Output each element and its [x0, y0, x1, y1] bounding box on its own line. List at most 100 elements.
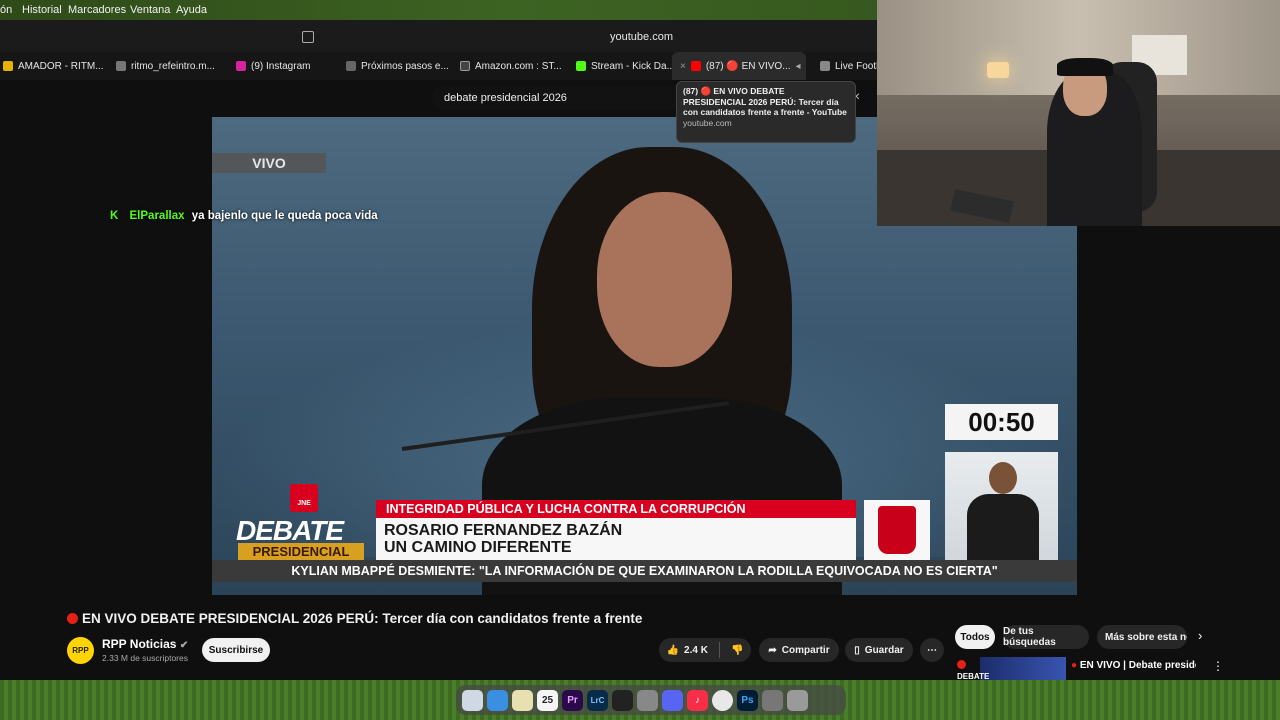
tab-label: Amazon.com : ST... — [475, 60, 562, 72]
chip-mas-sobre-esta-noticia[interactable]: Más sobre esta not — [1097, 625, 1187, 649]
more-actions-button[interactable]: ⋯ — [920, 638, 944, 662]
share-button[interactable]: ➦ Compartir — [759, 638, 839, 662]
tab-tooltip: (87) 🔴 EN VIVO DEBATE PRESIDENCIAL 2026 … — [676, 81, 856, 143]
discord-icon[interactable] — [662, 689, 683, 711]
kick-icon: K — [110, 210, 119, 222]
webcam-overlay — [877, 0, 1280, 226]
menu-item-ayuda[interactable]: Ayuda — [176, 4, 207, 16]
menu-item-marcadores[interactable]: Marcadores — [68, 4, 126, 16]
like-count[interactable]: 2.4 K — [684, 645, 708, 656]
save-button[interactable]: ▯ Guardar — [845, 638, 913, 662]
chat-message: K ElParallax ya bajenlo que le queda poc… — [110, 210, 378, 222]
tab-amador[interactable]: AMADOR - RITM... — [3, 52, 111, 80]
subscribe-button[interactable]: Suscribirse — [202, 638, 270, 662]
menu-item-historial[interactable]: Historial — [22, 4, 62, 16]
speaker-icon[interactable]: ◂ — [796, 61, 801, 72]
related-live-dot-icon — [957, 660, 966, 669]
chat-username: ElParallax — [129, 210, 185, 222]
share-icon: ➦ — [768, 644, 777, 656]
video-title-text: EN VIVO DEBATE PRESIDENCIAL 2026 PERÚ: T… — [82, 611, 643, 626]
s-icon — [820, 61, 830, 71]
instagram-icon — [236, 61, 246, 71]
news-ticker: KYLIAN MBAPPÉ DESMIENTE: "LA INFORMACIÓN… — [212, 560, 1077, 582]
debate-timer: 00:50 — [945, 404, 1058, 440]
m-icon — [346, 61, 356, 71]
tab-instagram[interactable]: (9) Instagram — [236, 52, 334, 80]
chrome-icon[interactable] — [712, 689, 733, 711]
like-dislike-group: 👍 2.4 K 👎 — [659, 638, 751, 662]
more-icon: ⋯ — [927, 644, 937, 656]
obs-icon[interactable] — [612, 689, 633, 711]
party-emblem-icon — [878, 506, 916, 554]
tab-label: Live Footb — [835, 60, 878, 72]
safari-icon[interactable] — [487, 689, 508, 711]
channel-avatar[interactable]: RPP — [67, 637, 94, 664]
tab-ritmo[interactable]: ritmo_refeintro.m... — [116, 52, 228, 80]
tab-label: (87) 🔴 EN VIVO... — [705, 60, 791, 72]
photoshop-icon[interactable]: Ps — [737, 689, 758, 711]
menu-item-ventana[interactable]: Ventana — [130, 4, 170, 16]
music-icon[interactable]: ♪ — [687, 689, 708, 711]
tab-label: (9) Instagram — [251, 60, 311, 72]
candidate-slogan: UN CAMINO DIFERENTE — [384, 539, 572, 556]
related-menu-icon[interactable]: ⋮ — [1212, 659, 1224, 673]
folder-icon — [3, 61, 13, 71]
live-dot-icon — [67, 613, 78, 624]
tab-label: ritmo_refeintro.m... — [131, 60, 215, 72]
chip-de-tus-busquedas[interactable]: De tus búsquedas — [1003, 625, 1089, 649]
amazon-icon — [460, 61, 470, 71]
chevron-right-icon[interactable]: › — [1198, 628, 1202, 643]
interpreter-head — [989, 462, 1017, 494]
close-icon[interactable]: × — [680, 61, 686, 72]
related-live-icon: ● — [1071, 660, 1078, 671]
like-divider — [718, 642, 720, 658]
youtube-icon — [690, 61, 701, 71]
site-settings-icon[interactable] — [302, 31, 314, 43]
kick-icon — [576, 61, 586, 71]
tab-kick[interactable]: Stream - Kick Da... — [576, 52, 676, 80]
candidate-name: ROSARIO FERNANDEZ BAZÁN — [384, 522, 623, 539]
jne-logo: JNE — [290, 484, 318, 512]
calendar-icon[interactable]: 25 — [537, 689, 558, 711]
dock: 25 Pr LrC ♪ Ps — [456, 685, 846, 715]
lightroom-icon[interactable]: LrC — [587, 689, 608, 711]
channel-name[interactable]: RPP Noticias ✔ — [102, 637, 188, 651]
related-video-thumbnail[interactable] — [980, 657, 1066, 681]
tab-label: Próximos pasos e... — [361, 60, 449, 72]
channel-name-text: RPP Noticias — [102, 637, 177, 651]
like-icon[interactable]: 👍 — [667, 645, 679, 656]
menu-item-file[interactable]: ón — [0, 4, 12, 16]
sign-language-interpreter — [945, 452, 1058, 560]
finder-icon[interactable] — [462, 689, 483, 711]
app2-icon[interactable] — [762, 689, 783, 711]
trash-icon[interactable] — [787, 689, 808, 711]
tab-live-football[interactable]: Live Footb — [820, 52, 878, 80]
tab-bar: AMADOR - RITM... ritmo_refeintro.m... (9… — [0, 52, 878, 80]
tab-proximos[interactable]: Próximos pasos e... — [346, 52, 452, 80]
file-icon — [116, 61, 126, 71]
bookmark-icon: ▯ — [854, 644, 860, 656]
related-video-title[interactable]: ● EN VIVO | Debate presidencial del JNE:… — [1071, 660, 1196, 672]
url-text[interactable]: youtube.com — [610, 31, 673, 43]
tooltip-title: (87) 🔴 EN VIVO DEBATE PRESIDENCIAL 2026 … — [683, 86, 847, 117]
chip-todos[interactable]: Todos — [955, 625, 995, 649]
premiere-icon[interactable]: Pr — [562, 689, 583, 711]
notes-icon[interactable] — [512, 689, 533, 711]
dislike-icon[interactable]: 👎 — [731, 645, 743, 656]
chat-text: ya bajenlo que le queda poca vida — [191, 210, 378, 222]
subscriber-count: 2.33 M de suscriptores — [102, 653, 188, 663]
app-icon[interactable] — [637, 689, 658, 711]
party-logo — [864, 500, 930, 560]
topic-banner: INTEGRIDAD PÚBLICA Y LUCHA CONTRA LA COR… — [376, 500, 856, 518]
tooltip-domain: youtube.com — [683, 117, 732, 128]
verified-icon: ✔ — [179, 640, 189, 651]
presidencial-logo-text: PRESIDENCIAL — [238, 543, 364, 561]
search-input[interactable]: debate presidencial 2026 — [432, 86, 684, 110]
share-label: Compartir — [781, 644, 830, 656]
tab-label: AMADOR - RITM... — [18, 60, 104, 72]
video-title: EN VIVO DEBATE PRESIDENCIAL 2026 PERÚ: T… — [67, 611, 642, 626]
tab-amazon[interactable]: Amazon.com : ST... — [460, 52, 566, 80]
tab-youtube-active[interactable]: × (87) 🔴 EN VIVO... ◂ — [672, 52, 806, 80]
candidate-lower-third: ROSARIO FERNANDEZ BAZÁN UN CAMINO DIFERE… — [376, 518, 856, 560]
live-badge: VIVO — [212, 153, 326, 173]
